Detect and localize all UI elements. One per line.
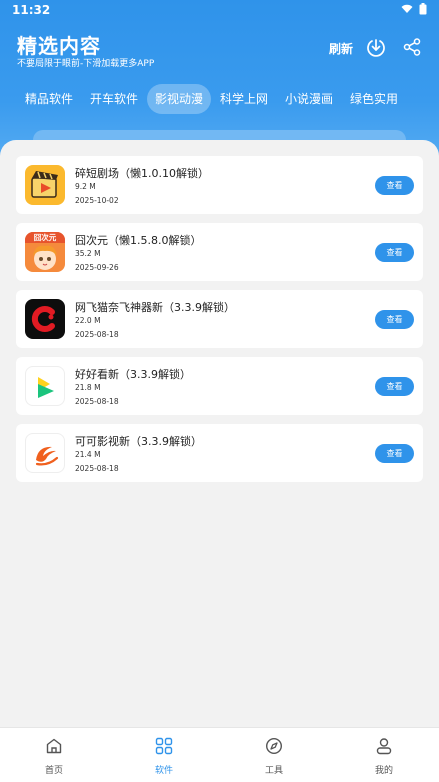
app-size: 9.2 M — [75, 182, 96, 191]
app-card[interactable]: 网飞猫奈飞神器新（3.3.9解锁） 22.0 M 2025-08-18 查看 — [16, 290, 423, 348]
view-button[interactable]: 查看 — [375, 377, 414, 396]
app-date: 2025-10-02 — [75, 196, 119, 205]
wifi-icon — [401, 4, 413, 13]
app-size: 35.2 M — [75, 249, 101, 258]
app-date: 2025-08-18 — [75, 330, 119, 339]
app-size: 21.4 M — [75, 450, 101, 459]
battery-icon — [419, 3, 427, 15]
app-name: 碎短剧场（懒1.0.10解锁） — [75, 167, 209, 180]
system-icons — [401, 3, 427, 15]
tab-green-utility[interactable]: 绿色实用 — [342, 84, 406, 114]
app-name: 网飞猫奈飞神器新（3.3.9解锁） — [75, 301, 235, 314]
app-card[interactable]: 囧次元 囧次元（懒1.5.8.0解锁） 35.2 M 2025-09-26 查看 — [16, 223, 423, 281]
anime-icon-text: 囧次元 — [33, 233, 57, 242]
tab-vpn[interactable]: 科学上网 — [212, 84, 276, 114]
category-tabs: 精品软件 开车软件 影视动漫 科学上网 小说漫画 绿色实用 — [0, 84, 439, 116]
nav-label: 首页 — [44, 766, 63, 776]
app-name: 囧次元（懒1.5.8.0解锁） — [75, 234, 202, 247]
status-bar: 11:32 — [0, 0, 439, 20]
app-list-panel: 碎短剧场（懒1.0.10解锁） 9.2 M 2025-10-02 查看 囧次元 … — [0, 140, 439, 740]
tab-driving-software[interactable]: 开车软件 — [82, 84, 146, 114]
app-date: 2025-08-18 — [75, 464, 119, 473]
user-icon — [376, 738, 392, 755]
nav-label: 工具 — [264, 766, 283, 776]
app-date: 2025-09-26 — [75, 263, 119, 272]
play-triangle-icon — [25, 366, 65, 406]
tab-video-anime[interactable]: 影视动漫 — [147, 84, 211, 114]
nav-item-tools[interactable]: 工具 — [244, 728, 304, 782]
swoosh-logo-icon — [25, 433, 65, 473]
bottom-navigation: 首页 软件 工具 我的 — [0, 727, 439, 782]
app-name: 可可影视新（3.3.9解锁） — [75, 435, 202, 448]
clapperboard-play-icon — [25, 165, 65, 205]
nav-label: 我的 — [374, 766, 393, 776]
netflix-cat-icon — [25, 299, 65, 339]
tab-novel-comic[interactable]: 小说漫画 — [277, 84, 341, 114]
grid-icon — [155, 737, 173, 755]
anime-girl-icon: 囧次元 — [25, 232, 65, 272]
nav-item-home[interactable]: 首页 — [24, 728, 84, 782]
app-card[interactable]: 碎短剧场（懒1.0.10解锁） 9.2 M 2025-10-02 查看 — [16, 156, 423, 214]
nav-item-software[interactable]: 软件 — [134, 728, 194, 782]
status-time: 11:32 — [12, 3, 51, 17]
nav-item-me[interactable]: 我的 — [354, 728, 414, 782]
page-title: 精选内容 — [17, 34, 101, 58]
page-subtitle: 不要局限于眼前-下滑加载更多APP — [17, 59, 155, 69]
refresh-button[interactable]: 刷新 — [329, 40, 353, 57]
view-button[interactable]: 查看 — [375, 310, 414, 329]
app-size: 21.8 M — [75, 383, 101, 392]
share-icon[interactable] — [403, 38, 421, 56]
app-date: 2025-08-18 — [75, 397, 119, 406]
view-button[interactable]: 查看 — [375, 176, 414, 195]
app-size: 22.0 M — [75, 316, 101, 325]
nav-label: 软件 — [154, 766, 173, 776]
view-button[interactable]: 查看 — [375, 444, 414, 463]
download-icon[interactable] — [366, 37, 386, 57]
app-card[interactable]: 好好看新（3.3.9解锁） 21.8 M 2025-08-18 查看 — [16, 357, 423, 415]
view-button[interactable]: 查看 — [375, 243, 414, 262]
home-icon — [46, 738, 62, 754]
app-card[interactable]: 可可影视新（3.3.9解锁） 21.4 M 2025-08-18 查看 — [16, 424, 423, 482]
app-name: 好好看新（3.3.9解锁） — [75, 368, 191, 381]
tab-premium-software[interactable]: 精品软件 — [17, 84, 81, 114]
compass-icon — [265, 737, 283, 755]
